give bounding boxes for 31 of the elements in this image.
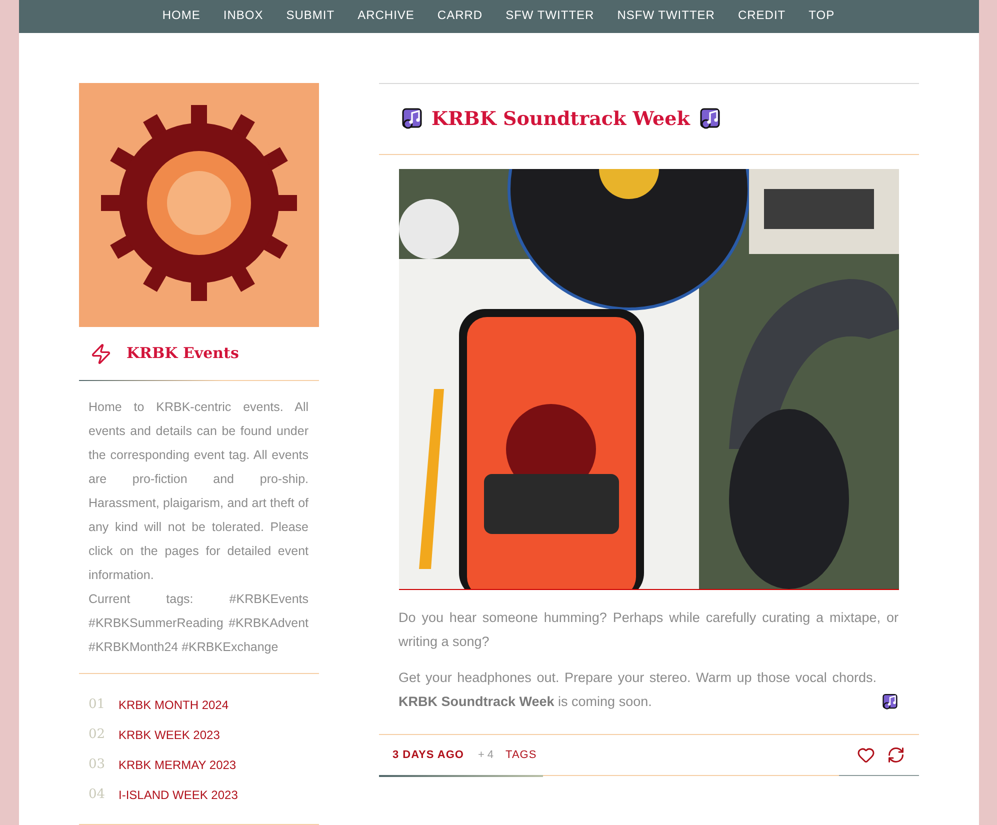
post-paragraph: Get your headphones out. Prepare your stereo. Warm up those vocal chords. KRBK Soundtrack Week is coming soon. <box>398 669 876 711</box>
event-link[interactable]: I-ISLAND WEEK 2023 <box>118 786 238 804</box>
list-number: 01 <box>88 696 106 714</box>
nav-link[interactable]: ARCHIVE <box>358 6 414 24</box>
music-notes-icon <box>400 107 424 131</box>
post-date-link[interactable]: 3 DAYS AGO <box>392 746 464 764</box>
blog-description: Home to KRBK-centric events. All events and details can be found under the corresponding event tag. All events are pro-fiction and pro-ship. Harassment, plaigarism, and art theft of any kind will not be tolerated. Please click on the pages for detailed event information. <box>88 399 308 584</box>
list-number: 03 <box>88 756 106 774</box>
music-notes-icon <box>880 693 898 711</box>
reblog-icon[interactable] <box>886 746 904 764</box>
lightning-icon <box>90 342 112 364</box>
tags-link[interactable]: TAGS <box>506 746 537 764</box>
music-notes-icon <box>698 107 722 131</box>
tags-text: Current tags: #KRBKEvents #KRBKSummerReading #KRBKAdvent #KRBKMonth24 #KRBKExchange <box>88 591 308 656</box>
blog-title: KRBK Events <box>126 343 239 364</box>
nav-link[interactable]: HOME <box>162 6 200 24</box>
nav-link[interactable]: NSFW TWITTER <box>617 6 715 24</box>
nav-link[interactable]: TOP <box>808 6 835 24</box>
nav-link[interactable]: SFW TWITTER <box>506 6 594 24</box>
list-number: 04 <box>88 786 106 804</box>
nav-link[interactable]: CARRD <box>437 6 483 24</box>
nav-link[interactable]: SUBMIT <box>286 6 335 24</box>
event-link[interactable]: KRBK MONTH 2024 <box>118 696 229 714</box>
post-paragraph: Do you hear someone humming? Perhaps while carefully curating a mixtape, or writing a song? <box>398 609 898 651</box>
event-link[interactable]: KRBK MERMAY 2023 <box>118 756 236 774</box>
event-link[interactable]: KRBK WEEK 2023 <box>118 726 220 744</box>
list-number: 02 <box>88 726 106 744</box>
like-icon[interactable] <box>856 746 874 764</box>
nav-link[interactable]: INBOX <box>223 6 264 24</box>
post-title: KRBK Soundtrack Week <box>432 106 690 132</box>
nav-link[interactable]: CREDIT <box>738 6 786 24</box>
